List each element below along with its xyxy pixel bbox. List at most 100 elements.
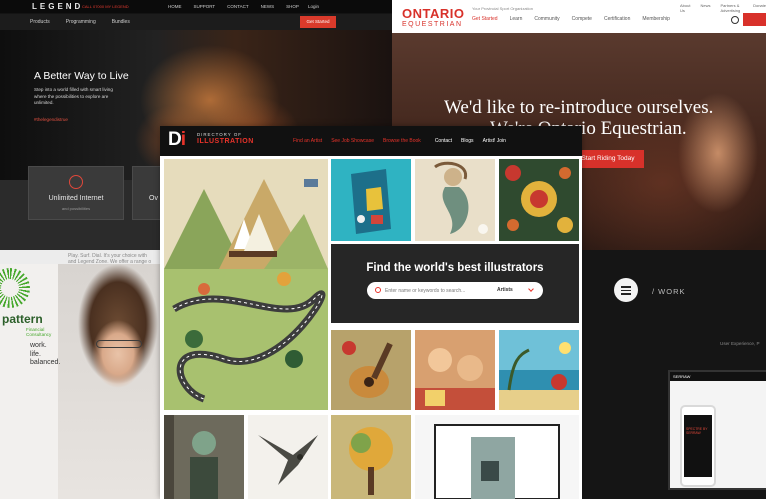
di-nav-job-showcase[interactable]: See Job Showcase: [331, 138, 374, 144]
di-search-feature: Find the world's best illustrators Artis…: [331, 244, 579, 323]
legend-card-sub: and possibilities: [61, 206, 91, 211]
di-illustration-landscape[interactable]: [164, 159, 328, 410]
legend-card-internet[interactable]: Unlimited Internet and possibilities: [28, 166, 124, 220]
legend-hero-title: A Better Way to Live: [34, 70, 129, 82]
ontario-join-button[interactable]: [743, 13, 766, 26]
pattern-brand-sub-line: Consultancy: [26, 332, 52, 338]
di-illustration-poster[interactable]: [415, 415, 579, 499]
di-logo-line-1: DIRECTORY OF: [197, 132, 242, 137]
di-nav-find-artist[interactable]: Find an Artist: [293, 138, 322, 144]
pattern-brand-sub: Financial Consultancy: [26, 327, 51, 338]
di-nav-artist-join[interactable]: Artist! Join: [483, 138, 506, 144]
pattern-site: Play. Surf. Dial. It's your choice with …: [0, 250, 165, 499]
legend-subnav-bundles[interactable]: Bundles: [112, 19, 130, 25]
di-nav-browse-book[interactable]: Browse the Book: [383, 138, 421, 144]
work-phone-screen: SPECTRE BY SERRAW: [684, 415, 712, 477]
ontario-logo-sub: EQUESTRIAN: [402, 21, 463, 28]
ontario-headline-1: We'd like to re-introduce ourselves.: [444, 97, 714, 118]
ontario-link-news[interactable]: News: [700, 3, 710, 13]
di-logo-line-2: ILLUSTRATION: [197, 138, 254, 145]
di-nav-blogs[interactable]: Blogs: [461, 138, 474, 144]
work-phone-text: SPECTRE BY SERRAW: [686, 427, 708, 435]
ontario-link-about[interactable]: About Us: [680, 3, 690, 13]
hamburger-menu-icon[interactable]: [614, 278, 638, 302]
legend-login-link[interactable]: Login: [308, 4, 319, 9]
work-laptop-brand: SERRAW: [670, 372, 766, 381]
pattern-portrait-photo: [58, 264, 165, 499]
search-icon: [375, 287, 381, 293]
di-illustration-mermaid[interactable]: [415, 159, 495, 241]
tree-illustration: [331, 415, 411, 499]
di-site: Di DIRECTORY OF ILLUSTRATION Find an Art…: [160, 126, 582, 499]
globe-icon: [69, 175, 83, 189]
legend-phone[interactable]: CALL 07000 MY LEGEND: [82, 4, 129, 9]
di-illustration-portraits[interactable]: [415, 330, 495, 410]
bird-illustration: [248, 415, 328, 499]
legend-nav-shop[interactable]: SHOP: [286, 4, 299, 9]
legend-get-started-button[interactable]: Get Started: [300, 16, 336, 28]
di-illustration-fashion[interactable]: [331, 159, 411, 241]
ontario-link-donate[interactable]: Donate: [753, 3, 766, 13]
di-header: Di DIRECTORY OF ILLUSTRATION Find an Art…: [160, 126, 582, 156]
portraits-illustration: [415, 330, 495, 410]
di-illustration-floral[interactable]: [499, 159, 579, 241]
work-site: / WORK User Experience, P SERRAW SPECTRE…: [580, 250, 766, 499]
legend-subnav: Products Programming Bundles: [30, 19, 130, 25]
ontario-nav-certification[interactable]: Certification: [604, 16, 630, 22]
work-ux-text: User Experience, P: [720, 341, 760, 346]
di-logo-i: i: [180, 129, 186, 150]
ontario-link-partners[interactable]: Partners & Advertising: [720, 3, 743, 13]
fashion-illustration: [331, 159, 411, 241]
boy-illustration: [164, 415, 244, 499]
poster-illustration: [415, 415, 579, 499]
landscape-illustration: [164, 159, 328, 410]
di-search-bar[interactable]: Artists: [367, 282, 543, 299]
legend-nav-contact[interactable]: CONTACT: [227, 4, 248, 9]
di-illustration-bird[interactable]: [248, 415, 328, 499]
di-illustration-guitar[interactable]: [331, 330, 411, 410]
chevron-down-icon[interactable]: [528, 286, 534, 292]
di-nav: Find an Artist See Job Showcase Browse t…: [293, 138, 515, 144]
ontario-top-links: About Us News Partners & Advertising Don…: [680, 3, 766, 13]
legend-logo[interactable]: LEGEND: [32, 2, 83, 11]
pattern-tagline: work. life. balanced.: [30, 342, 60, 368]
di-illustration-beach[interactable]: [499, 330, 579, 410]
ontario-nav-get-started[interactable]: Get Started: [472, 16, 498, 22]
beach-illustration: [499, 330, 579, 410]
mermaid-illustration: [415, 159, 495, 241]
ontario-nav-community[interactable]: Community: [534, 16, 559, 22]
pattern-brand-name[interactable]: pattern: [2, 312, 43, 326]
legend-subnav-products[interactable]: Products: [30, 19, 50, 25]
ontario-nav-compete[interactable]: Compete: [572, 16, 592, 22]
guitar-illustration: [331, 330, 411, 410]
di-illustration-boy[interactable]: [164, 415, 244, 499]
pattern-tagline-line: life.: [30, 350, 41, 358]
legend-subnav-programming[interactable]: Programming: [66, 19, 96, 25]
work-label[interactable]: / WORK: [652, 287, 686, 296]
ontario-nav-learn[interactable]: Learn: [510, 16, 523, 22]
ontario-nav-membership[interactable]: Membership: [642, 16, 670, 22]
collage: LEGEND CALL 07000 MY LEGEND HOME SUPPORT…: [0, 0, 766, 499]
pattern-strip-text: Play. Surf. Dial. It's your choice with …: [0, 250, 165, 265]
floral-illustration: [499, 159, 579, 241]
legend-nav-home[interactable]: HOME: [168, 4, 182, 9]
di-illustration-tree[interactable]: [331, 415, 411, 499]
di-nav-contact[interactable]: Contact: [435, 138, 452, 144]
ontario-logo[interactable]: ONTARIO: [402, 6, 464, 21]
ontario-start-riding-button[interactable]: Start Riding Today: [572, 150, 644, 168]
legend-nav: HOME SUPPORT CONTACT NEWS SHOP: [168, 4, 299, 9]
di-logo-mark[interactable]: Di: [168, 129, 186, 151]
di-feature-title: Find the world's best illustrators: [366, 262, 544, 274]
legend-hero-copy: Step into a world filled with smart livi…: [34, 87, 113, 105]
glasses-shape: [96, 340, 142, 348]
legend-hashtag[interactable]: #thelegendistrue: [34, 117, 68, 122]
legend-nav-support[interactable]: SUPPORT: [194, 4, 216, 9]
search-icon[interactable]: [731, 16, 739, 24]
di-search-category-select[interactable]: Artists: [497, 287, 513, 293]
pattern-tagline-line: balanced.: [30, 359, 61, 366]
di-logo-d: D: [168, 129, 182, 150]
legend-nav-news[interactable]: NEWS: [261, 4, 275, 9]
pattern-logo-icon: [0, 268, 30, 308]
di-search-input[interactable]: [385, 285, 485, 296]
ontario-nav: Get Started Learn Community Compete Cert…: [472, 16, 670, 22]
